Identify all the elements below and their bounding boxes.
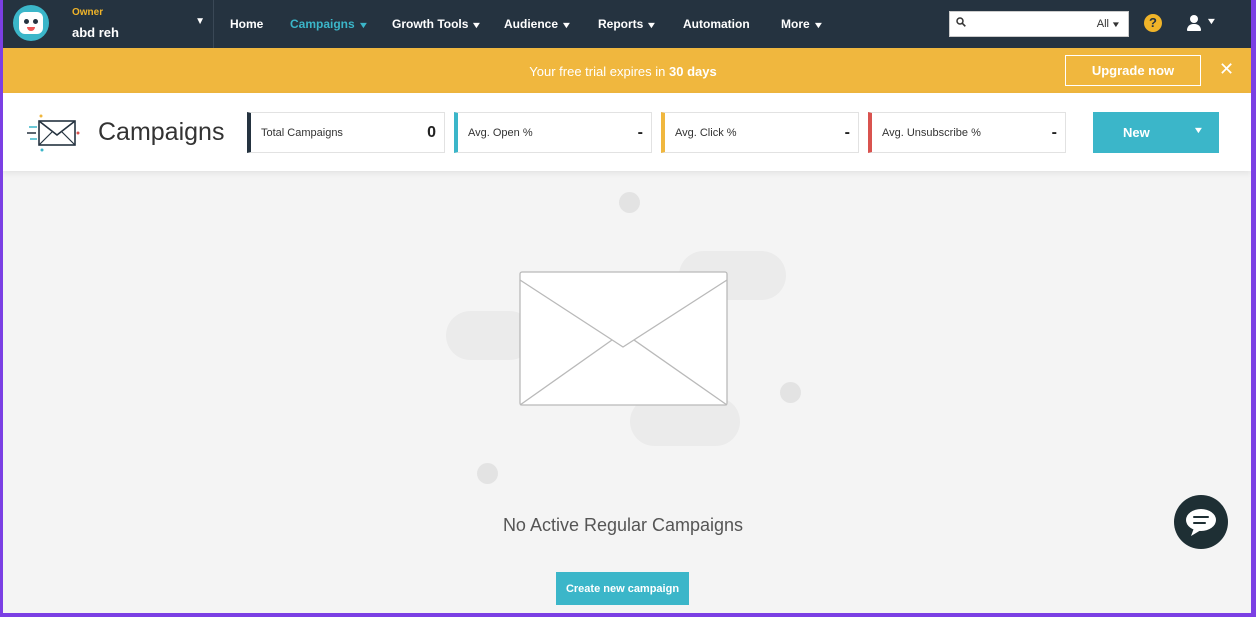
nav-campaigns[interactable]: Campaigns ▼ (290, 0, 369, 48)
trial-days: 30 days (669, 64, 717, 79)
search-input[interactable] (970, 14, 1080, 34)
mascot-logo-icon[interactable] (13, 5, 49, 41)
stat-value: - (637, 124, 643, 141)
chevron-down-icon: ▼ (812, 20, 824, 30)
chat-widget-button[interactable] (1174, 495, 1228, 549)
empty-state-message: No Active Regular Campaigns (502, 515, 744, 535)
nav-reports-label: Reports (598, 17, 644, 31)
logo-mouth (27, 27, 35, 31)
trial-banner: Your free trial expires in 30 days Upgra… (3, 48, 1251, 93)
user-icon-body (1187, 24, 1201, 31)
nav-audience[interactable]: Audience ▼ (504, 0, 573, 48)
help-icon[interactable]: ? (1144, 14, 1162, 32)
decor-dot (619, 192, 640, 213)
campaigns-header: Campaigns Total Campaigns 0 Avg. Open % … (3, 93, 1251, 171)
stat-total-campaigns: Total Campaigns 0 (247, 112, 445, 153)
search-scope-label: All (1096, 18, 1110, 30)
chat-icon (1186, 509, 1216, 536)
trial-message-prefix: Your free trial expires in (529, 64, 666, 79)
chevron-down-icon: ▼ (471, 20, 483, 30)
app-frame: Owner abd reh ▼ Home Campaigns ▼ Growth T… (3, 0, 1251, 613)
search-box: All ▼ (949, 11, 1129, 37)
search-scope-select[interactable]: All ▼ (1096, 18, 1122, 30)
stat-avg-open: Avg. Open % - (454, 112, 652, 153)
account-role: Owner (72, 7, 104, 18)
chevron-down-icon: ▼ (1205, 16, 1218, 26)
chevron-down-icon: ▼ (560, 20, 573, 30)
top-navbar: Owner abd reh ▼ Home Campaigns ▼ Growth T… (3, 0, 1251, 48)
new-campaign-button[interactable]: New ▼ (1093, 112, 1219, 153)
nav-more-label: More (781, 17, 810, 31)
create-campaign-button[interactable]: Create new campaign (556, 572, 689, 605)
decor-dot (477, 463, 498, 484)
nav-more[interactable]: More ▼ (781, 0, 824, 48)
stat-avg-click: Avg. Click % - (661, 112, 859, 153)
stat-label: Avg. Unsubscribe % (882, 127, 981, 139)
stat-value: 0 (427, 124, 436, 141)
stat-label: Avg. Click % (675, 127, 737, 139)
logo-face (19, 12, 43, 34)
new-button-label: New (1123, 125, 1150, 140)
nav-home[interactable]: Home (230, 0, 263, 48)
user-menu[interactable]: ▼ (1185, 13, 1221, 35)
decor-dot (780, 382, 801, 403)
search-icon (956, 17, 966, 30)
trial-message: Your free trial expires in 30 days (3, 64, 1243, 79)
close-icon[interactable]: ✕ (1219, 59, 1234, 80)
nav-home-label: Home (230, 17, 264, 31)
nav-growth-tools-label: Growth Tools (392, 17, 469, 31)
user-icon (1190, 15, 1198, 23)
chevron-down-icon: ▼ (1192, 125, 1205, 135)
chevron-down-icon: ▼ (1110, 20, 1122, 29)
stat-value: - (844, 124, 850, 141)
nav-automation[interactable]: Automation (683, 0, 750, 48)
empty-envelope-icon (519, 271, 728, 406)
account-switcher[interactable]: Owner abd reh ▼ (62, 0, 214, 48)
nav-campaigns-label: Campaigns (290, 17, 355, 31)
page-title: Campaigns (98, 118, 225, 146)
nav-reports[interactable]: Reports ▼ (598, 0, 658, 48)
campaign-envelope-icon (27, 113, 83, 153)
chevron-down-icon: ▼ (195, 16, 205, 27)
account-name: abd reh (72, 25, 119, 40)
chevron-down-icon: ▼ (357, 20, 369, 30)
nav-audience-label: Audience (504, 17, 559, 31)
nav-automation-label: Automation (683, 17, 750, 31)
upgrade-now-button[interactable]: Upgrade now (1065, 55, 1201, 86)
stat-avg-unsubscribe: Avg. Unsubscribe % - (868, 112, 1066, 153)
stat-label: Avg. Open % (468, 127, 533, 139)
chevron-down-icon: ▼ (646, 20, 658, 30)
stat-label: Total Campaigns (261, 127, 343, 139)
stat-value: - (1051, 124, 1057, 141)
nav-growth-tools[interactable]: Growth Tools ▼ (392, 0, 483, 48)
